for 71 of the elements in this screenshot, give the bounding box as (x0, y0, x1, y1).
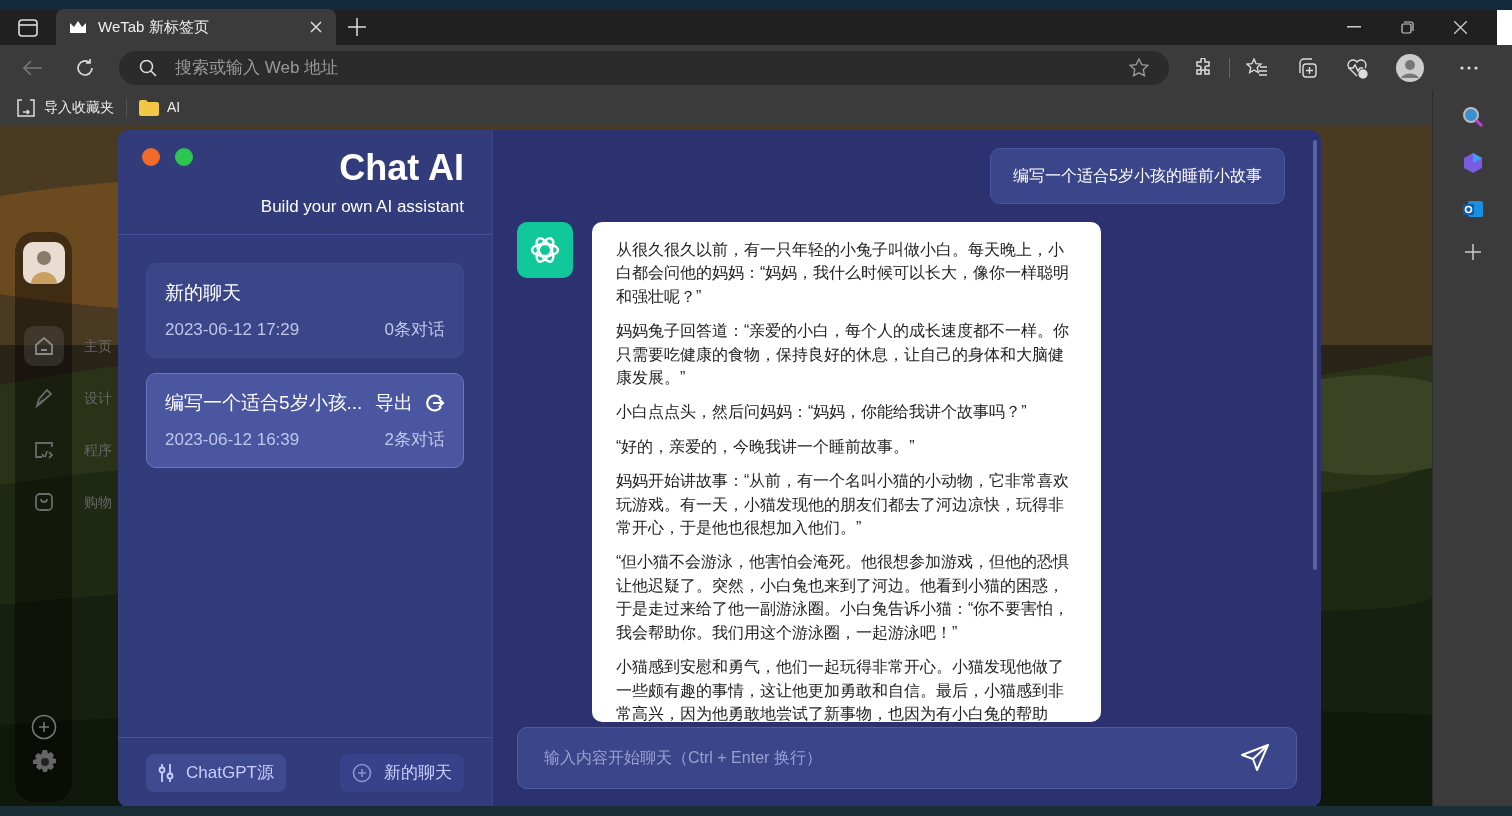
favorites-icon[interactable] (1246, 57, 1268, 78)
collections-icon[interactable] (1296, 56, 1318, 79)
copilot-icon[interactable] (1461, 152, 1484, 174)
sidebar-label: 主页 (84, 337, 112, 356)
tab-title: WeTab 新标签页 (98, 16, 210, 37)
star-icon[interactable] (1129, 57, 1149, 78)
more-icon[interactable] (1460, 65, 1478, 70)
search-icon[interactable] (1461, 106, 1484, 128)
sidebar-label: 程序 (84, 441, 112, 460)
sliders-icon (158, 762, 174, 783)
message-paragraph: 妈妈兔子回答道：“亲爱的小白，每个人的成长速度都不一样。你只需要吃健康的食物，保持良好的休息，让自己的身体和大脑健康发展。” (616, 321, 1071, 389)
conversation-time: 2023-06-12 16:39 (165, 429, 300, 451)
send-icon[interactable] (1240, 743, 1270, 773)
message-input[interactable]: 输入内容开始聊天（Ctrl + Enter 换行） (517, 727, 1297, 789)
new-chat-button[interactable]: 新的聊天 (340, 753, 464, 792)
message-paragraph: 小白点点头，然后问妈妈：“妈妈，你能给我讲个故事吗？” (616, 402, 1028, 423)
conversation-title: 新的聊天 (165, 280, 242, 305)
browser-tab[interactable]: WeTab 新标签页 (56, 9, 336, 45)
bookmark[interactable]: AI (139, 97, 181, 118)
outlook-icon[interactable] (1461, 198, 1484, 220)
back-icon[interactable] (23, 59, 43, 76)
conversation-count: 2条对话 (384, 429, 445, 451)
new-tab-icon[interactable] (348, 18, 366, 36)
message-paragraph: 妈妈开始讲故事：“从前，有一个名叫小猫的小动物，它非常喜欢玩游戏。有一天，小猫发现他的朋友们都去了河边凉快，玩得非常开心，于是他也很想加入他们。” (616, 471, 1071, 539)
bag-icon (32, 491, 55, 513)
code-icon (32, 439, 55, 461)
user-message: 编写一个适合5岁小孩的睡前小故事 (990, 148, 1285, 204)
tab-actions-icon[interactable] (18, 19, 38, 37)
profile-avatar-icon[interactable] (1396, 53, 1424, 82)
sidebar-item[interactable] (23, 326, 64, 366)
export-button[interactable]: 导出 (375, 388, 413, 417)
home-icon (32, 335, 55, 357)
refresh-icon[interactable] (75, 57, 95, 78)
puzzle-icon[interactable] (1193, 57, 1213, 78)
settings-icon[interactable] (32, 749, 58, 775)
minimize-icon[interactable] (1347, 26, 1361, 28)
import-icon (16, 98, 36, 117)
sidebar-label: 购物 (84, 493, 112, 512)
conversation-count: 0条对话 (384, 319, 445, 341)
address-field[interactable]: 搜索或输入 Web 地址 (175, 54, 1111, 81)
message-field[interactable]: 输入内容开始聊天（Ctrl + Enter 换行） (544, 746, 1240, 770)
address-bar[interactable]: 搜索或输入 Web 地址 (119, 50, 1169, 85)
source-button[interactable]: ChatGPT源 (146, 753, 286, 792)
sidebar-label: 设计 (84, 389, 112, 408)
message-paragraph: 小猫感到安慰和勇气，他们一起玩得非常开心。小猫发现他做了一些颇有趣的事情，这让他更加勇敢和自信。最后，小猫感到非常高兴，因为他勇敢地尝试了新事物，也因为有小白兔的帮助 (616, 657, 1065, 722)
message-paragraph: 从很久很久以前，有一只年轻的小兔子叫做小白。每天晚上，小白都会问他的妈妈：“妈妈，我什么时候可以长大，像你一样聪明和强壮呢？” (616, 240, 1071, 307)
conversation-time: 2023-06-12 17:29 (165, 319, 300, 341)
heart-pulse-icon[interactable] (1346, 56, 1368, 79)
add-icon (352, 762, 372, 783)
conversation-title: 编写一个适合5岁小孩... (165, 390, 364, 415)
conversation-card[interactable]: 新的聊天 2023-06-12 17:29 0条对话 (146, 263, 464, 358)
close-icon[interactable] (1454, 21, 1467, 34)
folder-icon (139, 99, 159, 116)
app-title: Chat AI (339, 148, 464, 188)
add-icon[interactable] (30, 714, 57, 740)
window-close-dot[interactable] (142, 148, 160, 166)
crown-icon (70, 21, 86, 33)
close-icon[interactable] (310, 21, 322, 33)
add-icon[interactable] (1464, 244, 1481, 260)
bot-avatar-icon (517, 222, 573, 278)
window-maximize-dot[interactable] (175, 148, 193, 166)
message-paragraph: “好的，亲爱的，今晚我讲一个睡前故事。” (616, 436, 916, 457)
conversation-card[interactable]: 编写一个适合5岁小孩... 导出 2023-06-12 16:39 2条对话 (146, 373, 464, 468)
avatar[interactable] (22, 242, 65, 284)
restore-icon[interactable] (1401, 21, 1414, 34)
bookmark[interactable]: 导入收藏夹 (16, 97, 114, 118)
search-icon (139, 58, 157, 77)
desktop-strip (1497, 10, 1512, 45)
export-icon[interactable] (425, 392, 445, 413)
message-paragraph: “但小猫不会游泳，他害怕会淹死。他很想参加游戏，但他的恐惧让他迟疑了。突然，小白兔也来到了河边。他看到小猫的困惑，于是走过来给了他一副游泳圈。小白兔告诉小猫：“你不要害怕，我会帮助你。我们用这个游泳圈，一起游泳吧！” (616, 552, 1071, 643)
app-subtitle: Build your own AI assistant (260, 196, 464, 218)
